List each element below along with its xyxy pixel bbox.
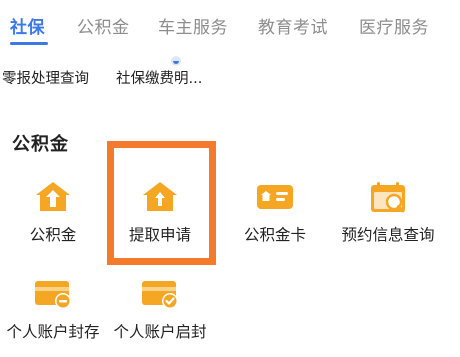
tab-education-exams[interactable]: 教育考试: [258, 13, 328, 38]
house-up-icon: [33, 180, 73, 214]
tab-car-owner-services[interactable]: 车主服务: [158, 13, 228, 38]
category-tab-bar: 社保 公积金 车主服务 教育考试 医疗服务: [0, 0, 460, 52]
active-tab-indicator: [10, 42, 48, 45]
grid-item-label: 提取申请: [128, 226, 191, 244]
account-minus-icon: [33, 277, 73, 311]
grid-item-label: 公积金: [29, 226, 77, 244]
grid-item-label: 公积金卡: [243, 226, 306, 244]
grid-item-housing-fund[interactable]: 公积金: [0, 180, 109, 260]
zero-report-query-link[interactable]: 零报处理查询: [2, 67, 89, 88]
grid-item-withdrawal-application[interactable]: 提取申请: [104, 180, 216, 260]
id-card-icon: [255, 180, 295, 214]
grid-item-account-unseal[interactable]: 个人账户启封: [104, 277, 216, 357]
grid-item-label: 个人账户启封: [113, 323, 207, 341]
tab-medical-services[interactable]: 医疗服务: [359, 13, 429, 38]
contribution-details-link[interactable]: 社保缴费明...: [116, 67, 202, 88]
section-title-housing-fund: 公积金: [12, 134, 69, 155]
house-up-icon: [140, 180, 180, 214]
tab-housing-fund[interactable]: 公积金: [77, 13, 130, 38]
grid-item-appointment-query[interactable]: 预约信息查询: [332, 180, 444, 260]
account-check-icon: [140, 277, 180, 311]
grid-item-label: 个人账户封存: [6, 323, 100, 341]
grid-item-housing-fund-card[interactable]: 公积金卡: [219, 180, 331, 260]
partial-icon: [171, 56, 181, 66]
tab-social-security[interactable]: 社保: [10, 13, 45, 38]
grid-item-label: 预约信息查询: [341, 226, 435, 244]
grid-item-account-seal[interactable]: 个人账户封存: [0, 277, 109, 357]
calendar-search-icon: [368, 180, 408, 214]
